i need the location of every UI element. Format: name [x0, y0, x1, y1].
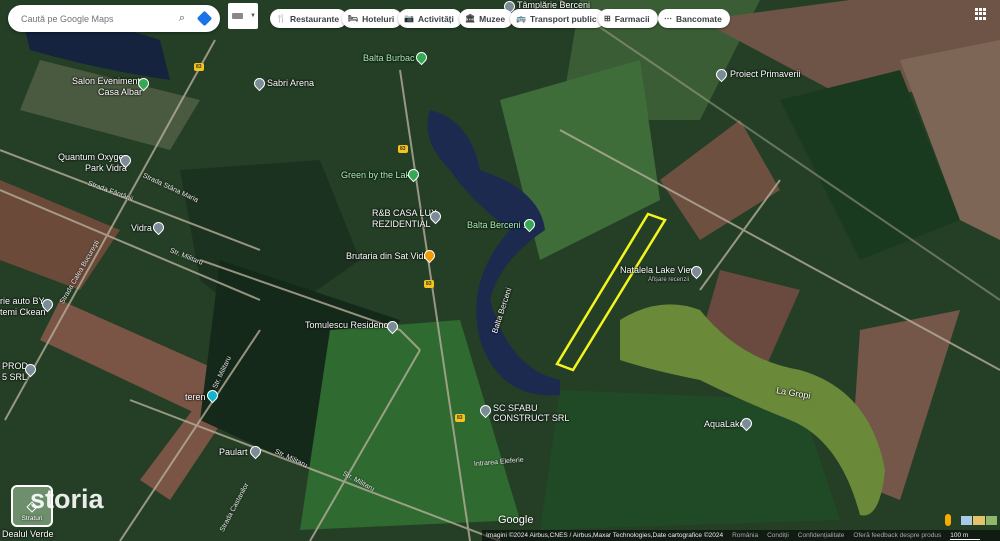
directions-icon[interactable]: [196, 10, 213, 27]
bus-icon: 🚌: [516, 14, 526, 23]
place-label[interactable]: R&B CASA LUX: [372, 208, 437, 219]
place-label[interactable]: 5 SRL: [2, 372, 27, 383]
chip-activitati[interactable]: 📷 Activități: [398, 9, 462, 28]
google-logo: Google: [498, 514, 534, 526]
chip-label: Farmacii: [614, 13, 650, 24]
reviews-link[interactable]: Afișare recenzii: [648, 275, 689, 286]
place-label[interactable]: Balta Burbac: [363, 53, 415, 64]
place-label[interactable]: REZIDENTIAL: [372, 219, 431, 230]
pharmacy-icon: ⊞: [604, 14, 611, 23]
apps-grid-icon[interactable]: [975, 8, 987, 20]
place-label[interactable]: AquaLake: [704, 419, 745, 430]
map-thumbnail[interactable]: [961, 516, 973, 525]
terms-link[interactable]: Condiții: [767, 532, 789, 539]
chip-label: Restaurante: [289, 13, 340, 24]
camera-icon: 📷: [404, 14, 414, 23]
place-label[interactable]: Salon Evenimente: [72, 76, 145, 87]
road-badge: 83: [455, 414, 465, 422]
museum-icon: 🏛: [465, 14, 476, 23]
chip-hoteluri[interactable]: 🛏 Hoteluri: [342, 9, 403, 28]
chip-transport-public[interactable]: 🚌 Transport public: [510, 9, 605, 28]
bed-icon: 🛏: [348, 14, 359, 23]
chip-muzee[interactable]: 🏛 Muzee: [459, 9, 514, 28]
search-input[interactable]: Caută pe Google Maps: [21, 14, 179, 24]
scale-bar[interactable]: 100 m: [950, 532, 981, 540]
place-label[interactable]: temi Ckean: [0, 307, 46, 318]
chip-label: Hoteluri: [362, 13, 395, 24]
place-label[interactable]: Sabri Arena: [267, 78, 314, 89]
chip-label: Muzee: [479, 13, 506, 24]
place-label[interactable]: Quantum Oxygen: [58, 152, 129, 163]
road-badge: 83: [398, 145, 408, 153]
privacy-link[interactable]: Confidențialitate: [798, 532, 845, 539]
chevron-down-icon[interactable]: ▼: [250, 13, 256, 19]
road-badge: 83: [194, 63, 204, 71]
place-label[interactable]: Paulart: [219, 447, 248, 458]
place-label[interactable]: Brutaria din Sat Vidra: [346, 251, 431, 262]
search-box[interactable]: Caută pe Google Maps ⌕: [8, 5, 220, 32]
chip-label: Bancomate: [676, 13, 722, 24]
search-icon[interactable]: ⌕: [179, 12, 185, 25]
place-label[interactable]: Vidra: [131, 223, 152, 234]
satellite-thumbnail[interactable]: [985, 516, 997, 525]
place-label[interactable]: CONSTRUCT SRL: [493, 413, 569, 424]
feedback-link[interactable]: Oferă feedback despre produs: [853, 532, 941, 539]
chip-farmacii[interactable]: ⊞ Farmacii: [598, 9, 658, 28]
road-badge: 83: [424, 280, 434, 288]
chip-label: Transport public: [529, 13, 597, 24]
map-footer: Imagini ©2024 Airbus,CNES / Airbus,Maxar…: [482, 530, 1000, 541]
atm-icon: ⋯: [664, 14, 672, 23]
layers-label: Straturi: [21, 515, 43, 522]
terrain-thumbnail[interactable]: [973, 516, 985, 525]
storia-watermark: storia: [30, 484, 104, 514]
place-label[interactable]: teren: [185, 392, 206, 403]
place-label[interactable]: Casa Albar: [98, 87, 142, 98]
place-label[interactable]: Balta Berceni 1: [467, 220, 528, 231]
chip-restaurante[interactable]: 🍴 Restaurante: [270, 9, 348, 28]
pegman-icon[interactable]: [945, 514, 951, 526]
place-label[interactable]: Dealul Verde: [2, 529, 54, 540]
place-label[interactable]: Tomulescu Residence: [305, 320, 393, 331]
country-link[interactable]: România: [732, 532, 758, 539]
place-label[interactable]: rie auto BY: [0, 296, 45, 307]
imagery-thumbnails[interactable]: [961, 516, 997, 525]
input-tools-button[interactable]: ▼: [228, 3, 258, 29]
place-label[interactable]: Proiect Primaverii: [730, 69, 801, 80]
place-label[interactable]: Green by the Lake: [341, 170, 415, 181]
keyboard-icon: [232, 13, 243, 19]
attribution: Imagini ©2024 Airbus,CNES / Airbus,Maxar…: [486, 532, 724, 539]
chip-label: Activități: [417, 13, 454, 24]
place-label[interactable]: Park Vidra: [85, 163, 127, 174]
chip-bancomate[interactable]: ⋯ Bancomate: [658, 9, 730, 28]
fork-knife-icon: 🍴: [276, 14, 286, 23]
